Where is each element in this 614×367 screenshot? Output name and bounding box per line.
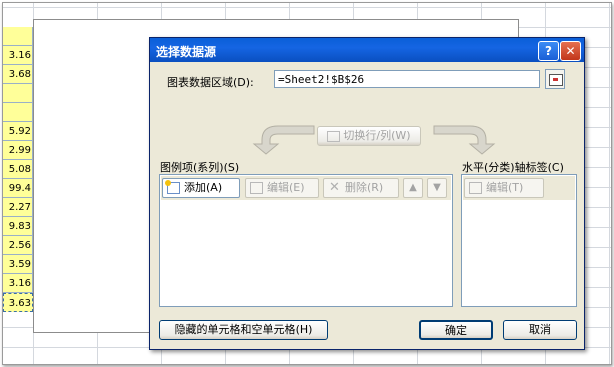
excel-window: 3.16 3.68 5.92 2.99 5.08 99.4 2.27 9.83 … — [2, 2, 612, 365]
delete-series-button[interactable]: ✕ 删除(R) — [323, 178, 399, 198]
edit-axis-hotkey: (T) — [508, 181, 524, 194]
add-series-button[interactable]: 添加(A) — [162, 178, 240, 198]
chart-range-label: 图表数据区域(D): — [167, 74, 254, 90]
arrow-right-icon — [433, 125, 496, 155]
ok-button[interactable]: 确定 — [419, 320, 493, 340]
legend-entries-hotkey: (S) — [223, 161, 240, 174]
cell[interactable]: 2.99 — [3, 141, 33, 160]
cell-selected[interactable]: 3.63 — [3, 293, 33, 312]
legend-entries-label: 图例项(系列)(S) — [160, 159, 239, 175]
cell[interactable]: 2.27 — [3, 198, 33, 217]
switch-icon — [327, 130, 341, 142]
legend-entries-title: 图例项(系列) — [160, 161, 224, 174]
legend-entries-panel: 添加(A) 编辑(E) ✕ 删除(R) ▲ ▼ — [159, 174, 453, 307]
dialog-title: 选择数据源 — [156, 45, 217, 59]
edit-icon — [250, 182, 263, 194]
delete-icon: ✕ — [329, 180, 340, 195]
axis-labels-label: 水平(分类)轴标签(C) — [462, 159, 564, 175]
worksheet-column: 3.16 3.68 5.92 2.99 5.08 99.4 2.27 9.83 … — [3, 27, 33, 312]
cell[interactable]: 5.92 — [3, 122, 33, 141]
chart-range-label-text: 图表数据区域 — [167, 76, 233, 89]
edit-axis-label: 编辑 — [486, 181, 508, 194]
hidden-cells-hotkey: (H) — [295, 323, 313, 336]
select-data-source-dialog: 选择数据源 ? ✕ 图表数据区域(D): =Sheet2!$B$26 切换行/列… — [149, 37, 585, 350]
cancel-button[interactable]: 取消 — [503, 320, 577, 340]
cell[interactable]: 3.16 — [3, 46, 33, 65]
delete-hotkey: (R) — [367, 181, 384, 194]
edit-axis-labels-button[interactable]: 编辑(T) — [464, 178, 544, 198]
switch-label: 切换行/列 — [343, 129, 392, 142]
cell[interactable] — [3, 103, 33, 122]
axis-labels-panel: 编辑(T) — [461, 174, 577, 307]
cell[interactable]: 9.83 — [3, 217, 33, 236]
hidden-empty-cells-button[interactable]: 隐藏的单元格和空单元格(H) — [159, 320, 328, 340]
help-icon[interactable]: ? — [538, 41, 559, 61]
move-down-button[interactable]: ▼ — [427, 178, 447, 198]
close-icon[interactable]: ✕ — [560, 41, 581, 61]
axis-labels-hotkey: (C) — [547, 161, 564, 174]
axis-toolbar: 编辑(T) — [463, 176, 575, 200]
add-label: 添加 — [184, 181, 206, 194]
cell[interactable]: 2.56 — [3, 236, 33, 255]
dialog-titlebar[interactable]: 选择数据源 ? ✕ — [150, 38, 584, 62]
hidden-cells-label: 隐藏的单元格和空单元格 — [174, 323, 296, 336]
chart-range-input[interactable]: =Sheet2!$B$26 — [274, 70, 540, 88]
cell[interactable]: 99.4 — [3, 179, 33, 198]
chart-range-hotkey: (D): — [233, 76, 254, 89]
edit-hotkey: (E) — [289, 181, 305, 194]
legend-toolbar: 添加(A) 编辑(E) ✕ 删除(R) ▲ ▼ — [161, 176, 451, 200]
arrow-left-icon — [252, 125, 315, 155]
edit-icon — [469, 182, 482, 194]
move-up-button[interactable]: ▲ — [403, 178, 423, 198]
delete-label: 删除 — [345, 181, 367, 194]
cell[interactable] — [3, 27, 33, 46]
switch-hotkey: (W) — [391, 129, 411, 142]
cell[interactable]: 5.08 — [3, 160, 33, 179]
cell[interactable] — [3, 84, 33, 103]
range-picker-button[interactable] — [545, 69, 565, 89]
cell[interactable]: 3.68 — [3, 65, 33, 84]
edit-series-button[interactable]: 编辑(E) — [245, 178, 319, 198]
add-hotkey: (A) — [206, 181, 223, 194]
collapse-dialog-icon — [549, 74, 563, 86]
cell[interactable]: 3.59 — [3, 255, 33, 274]
switch-row-column-button[interactable]: 切换行/列(W) — [317, 126, 421, 146]
cell[interactable]: 3.16 — [3, 274, 33, 293]
add-icon — [165, 180, 180, 194]
edit-label: 编辑 — [267, 181, 289, 194]
axis-labels-title: 水平(分类)轴标签 — [462, 161, 548, 174]
